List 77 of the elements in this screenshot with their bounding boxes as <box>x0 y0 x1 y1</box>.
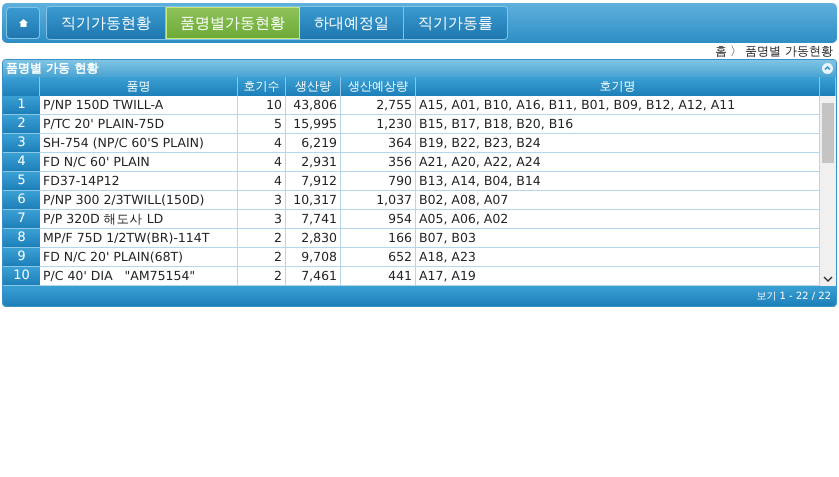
panel-title: 품명별 가동 현황 <box>6 60 98 77</box>
row-number: 5 <box>3 172 40 191</box>
table-cell: 790 <box>341 172 416 191</box>
table-cell: 356 <box>341 153 416 172</box>
table-cell: 954 <box>341 210 416 229</box>
row-number: 4 <box>3 153 40 172</box>
table-cell: 3 <box>238 210 286 229</box>
table-cell: 9,708 <box>286 248 341 267</box>
table-cell: 7,912 <box>286 172 341 191</box>
table-cell: P/NP 150D TWILL-A <box>40 96 238 115</box>
row-number: 3 <box>3 134 40 153</box>
table-cell: 1,037 <box>341 191 416 210</box>
table-cell: 2,830 <box>286 229 341 248</box>
scrollbar[interactable] <box>820 96 836 286</box>
scroll-down-icon[interactable] <box>823 276 833 282</box>
nav-tab[interactable]: 직기가동현황 <box>47 7 166 39</box>
table-cell: 3 <box>238 191 286 210</box>
row-number: 6 <box>3 191 40 210</box>
table-cell: 2,755 <box>341 96 416 115</box>
column-header: 품명 <box>40 77 238 96</box>
row-number: 9 <box>3 248 40 267</box>
table-cell: 652 <box>341 248 416 267</box>
table-cell: B13, A14, B04, B14 <box>416 172 820 191</box>
table-cell: A18, A23 <box>416 248 820 267</box>
column-header: 호기수 <box>238 77 286 96</box>
row-number: 7 <box>3 210 40 229</box>
table-cell: B07, B03 <box>416 229 820 248</box>
table-cell: 43,806 <box>286 96 341 115</box>
table-cell: FD N/C 20' PLAIN(68T) <box>40 248 238 267</box>
table-cell: SH-754 (NP/C 60'S PLAIN) <box>40 134 238 153</box>
header-cell <box>820 77 836 96</box>
row-number: 8 <box>3 229 40 248</box>
table-cell: 5 <box>238 115 286 134</box>
breadcrumb-home[interactable]: 홈 <box>715 44 728 59</box>
nav-tab[interactable]: 하대예정일 <box>300 7 404 39</box>
table-cell: B02, A08, A07 <box>416 191 820 210</box>
table-cell: B19, B22, B23, B24 <box>416 134 820 153</box>
table-cell: A15, A01, B10, A16, B11, B01, B09, B12, A12, A11 <box>416 96 820 115</box>
table-cell: 4 <box>238 153 286 172</box>
breadcrumb-current: 품명별 가동현황 <box>745 44 833 59</box>
table-cell: P/TC 20' PLAIN-75D <box>40 115 238 134</box>
table-cell: P/P 320D 해도사 LD <box>40 210 238 229</box>
table-cell: MP/F 75D 1/2TW(BR)-114T <box>40 229 238 248</box>
table-cell: A05, A06, A02 <box>416 210 820 229</box>
table-cell: 6,219 <box>286 134 341 153</box>
table-cell: 2 <box>238 229 286 248</box>
table-cell: 10,317 <box>286 191 341 210</box>
row-number: 10 <box>3 267 40 286</box>
pager-text: 보기 1 - 22 / 22 <box>756 290 831 303</box>
table-cell: 2 <box>238 248 286 267</box>
table-cell: P/NP 300 2/3TWILL(150D) <box>40 191 238 210</box>
nav-tab[interactable]: 품명별가동현황 <box>166 7 300 39</box>
table-cell: B15, B17, B18, B20, B16 <box>416 115 820 134</box>
row-number: 1 <box>3 96 40 115</box>
breadcrumb-separator: 〉 <box>730 44 742 59</box>
table-cell: 166 <box>341 229 416 248</box>
nav-tab[interactable]: 직기가동률 <box>404 7 507 39</box>
scrollbar-thumb[interactable] <box>822 103 834 163</box>
table-cell: 4 <box>238 172 286 191</box>
table-cell: 2,931 <box>286 153 341 172</box>
table-cell: FD N/C 60' PLAIN <box>40 153 238 172</box>
table-cell: A21, A20, A22, A24 <box>416 153 820 172</box>
home-icon <box>18 19 28 27</box>
table-cell: 10 <box>238 96 286 115</box>
table-cell: 7,741 <box>286 210 341 229</box>
home-button[interactable] <box>6 7 40 39</box>
table-cell: 4 <box>238 134 286 153</box>
table-cell: 15,995 <box>286 115 341 134</box>
column-header: 생산예상량 <box>341 77 416 96</box>
header-cell <box>3 77 40 96</box>
row-number: 2 <box>3 115 40 134</box>
collapse-icon[interactable] <box>822 63 833 74</box>
table-cell: 1,230 <box>341 115 416 134</box>
table-cell: FD37-14P12 <box>40 172 238 191</box>
column-header: 생산량 <box>286 77 341 96</box>
column-header: 호기명 <box>416 77 820 96</box>
table-cell: 364 <box>341 134 416 153</box>
